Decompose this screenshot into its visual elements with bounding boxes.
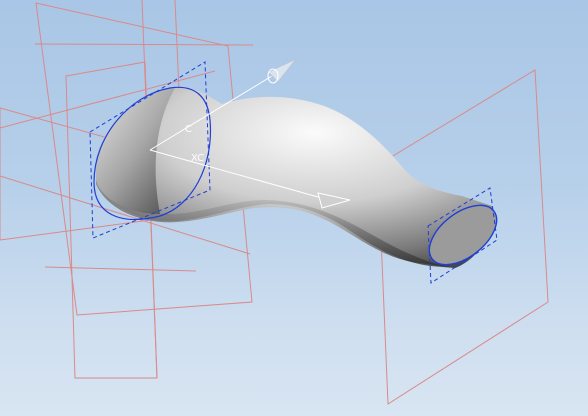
model-scene[interactable]: XC C (0, 0, 588, 416)
datum-axis-line-6 (44, 266, 197, 272)
swept-solid-body[interactable] (96, 87, 507, 277)
graphics-viewport[interactable]: XC C (0, 0, 588, 416)
cone-arrow-icon[interactable] (267, 58, 297, 83)
c-axis-label: C (185, 124, 192, 135)
xc-axis-label: XC (191, 153, 204, 164)
